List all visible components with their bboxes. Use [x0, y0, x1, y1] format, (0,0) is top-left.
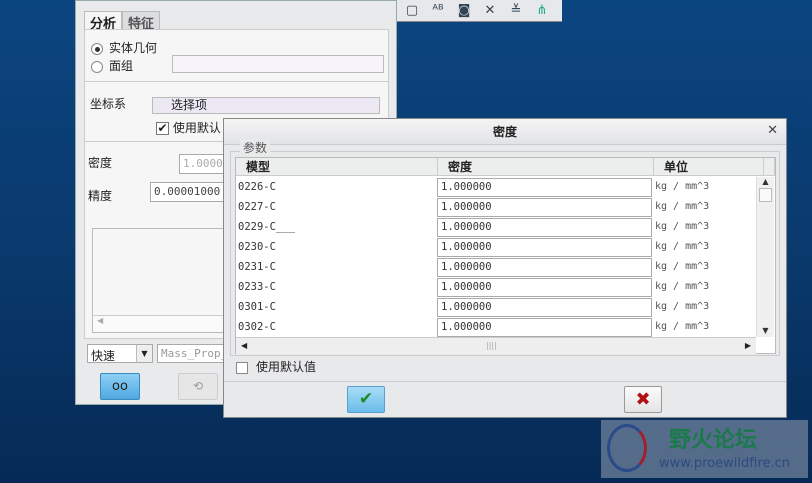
results-hscrollbar[interactable]: ◀: [93, 315, 231, 332]
name-field[interactable]: Mass_Prop_: [157, 344, 227, 363]
model-cell: 0226-C: [238, 181, 276, 193]
params-group-label: 参数: [240, 139, 271, 156]
density-input[interactable]: 1.000000: [437, 238, 652, 257]
table-row: 0227-C 1.000000 kg / mm^3: [236, 197, 755, 217]
view-box-icon[interactable]: ▢: [400, 1, 424, 21]
accuracy-label: 精度: [88, 189, 113, 203]
radio-solid[interactable]: 实体几何: [91, 39, 157, 56]
density-input[interactable]: 1.000000: [437, 258, 652, 277]
table-vscrollbar[interactable]: ▲ ▼: [756, 177, 774, 337]
unit-cell: kg / mm^3: [655, 181, 710, 192]
dialog-title: 密度: [224, 119, 786, 145]
density-input[interactable]: 1.000000: [437, 198, 652, 217]
density-input[interactable]: 1.000000: [437, 218, 652, 237]
preview-button[interactable]: oo: [100, 373, 140, 400]
datum-toggle-icon[interactable]: ✕: [478, 1, 502, 21]
watermark-logo-icon: [607, 424, 647, 472]
model-cell: 0301-C: [238, 301, 276, 313]
model-cell: 0229-C___: [238, 221, 295, 233]
annotation-icon[interactable]: ᴬᴮ: [426, 1, 450, 21]
camera-icon[interactable]: ◙: [452, 1, 476, 21]
density-input[interactable]: 1.000000: [437, 318, 652, 337]
table-row: 0231-C 1.000000 kg / mm^3: [236, 257, 755, 277]
results-area: ◀: [92, 228, 232, 333]
density-input[interactable]: 1.000000: [437, 278, 652, 297]
column-header-density[interactable]: 密度: [438, 158, 654, 176]
csys-field[interactable]: 选择项: [152, 97, 380, 114]
quilt-field[interactable]: [172, 55, 384, 73]
use-default-value-checkbox[interactable]: 使用默认值: [236, 358, 316, 375]
unit-cell: kg / mm^3: [655, 321, 710, 332]
model-cell: 0230-C: [238, 241, 276, 253]
x-icon: ✖: [635, 389, 651, 410]
watermark-url: www.proewildfire.cn: [659, 456, 790, 471]
column-header-model[interactable]: 模型: [236, 158, 438, 176]
toolbar: ▢ ᴬᴮ ◙ ✕ ≚ ⋔: [397, 0, 562, 22]
ok-button[interactable]: ✔: [347, 386, 385, 413]
table-row: 0230-C 1.000000 kg / mm^3: [236, 237, 755, 257]
mode-select[interactable]: 快速 ▼: [87, 344, 153, 363]
check-icon: ✔: [358, 389, 374, 409]
layer-icon[interactable]: ≚: [504, 1, 528, 21]
table-row: 0302-C 1.000000 kg / mm^3: [236, 317, 755, 337]
density-input[interactable]: 1.000000: [437, 298, 652, 317]
use-default-checkbox[interactable]: ✔ 使用默认: [156, 119, 221, 136]
table-row: 0229-C___ 1.000000 kg / mm^3: [236, 217, 755, 237]
model-cell: 0233-C: [238, 281, 276, 293]
radio-quilt[interactable]: 面组: [91, 57, 133, 74]
column-header-unit[interactable]: 单位: [654, 158, 764, 176]
density-table: 模型 密度 单位 0226-C 1.000000 kg / mm^3 0227-C 1.…: [235, 157, 776, 354]
density-input[interactable]: 1.000000: [437, 178, 652, 197]
model-cell: 0231-C: [238, 261, 276, 273]
unit-cell: kg / mm^3: [655, 201, 710, 212]
model-cell: 0302-C: [238, 321, 276, 333]
csys-label: 坐标系: [90, 97, 127, 111]
unit-cell: kg / mm^3: [655, 301, 710, 312]
close-icon[interactable]: ✕: [767, 123, 778, 138]
table-hscrollbar[interactable]: ◀ |||| ▶: [236, 337, 756, 354]
unit-cell: kg / mm^3: [655, 261, 710, 272]
table-row: 0301-C 1.000000 kg / mm^3: [236, 297, 755, 317]
table-row: 0226-C 1.000000 kg / mm^3: [236, 177, 755, 197]
unit-cell: kg / mm^3: [655, 221, 710, 232]
density-label: 密度: [88, 156, 113, 170]
repeat-button[interactable]: ⟲: [178, 373, 218, 400]
accuracy-field[interactable]: 0.00001000: [150, 182, 230, 202]
refresh-icon: ⟲: [192, 379, 204, 393]
cancel-button[interactable]: ✖: [624, 386, 662, 413]
watermark-name: 野火论坛: [669, 428, 758, 453]
table-row: 0233-C 1.000000 kg / mm^3: [236, 277, 755, 297]
unit-cell: kg / mm^3: [655, 241, 710, 252]
network-icon[interactable]: ⋔: [530, 1, 554, 21]
density-dialog: 密度 ✕ 参数 模型 密度 单位 0226-C 1.000000 kg / mm^3…: [223, 118, 787, 418]
model-cell: 0227-C: [238, 201, 276, 213]
watermark: 野火论坛 www.proewildfire.cn: [601, 420, 808, 478]
glasses-icon: oo: [112, 379, 128, 394]
unit-cell: kg / mm^3: [655, 281, 710, 292]
